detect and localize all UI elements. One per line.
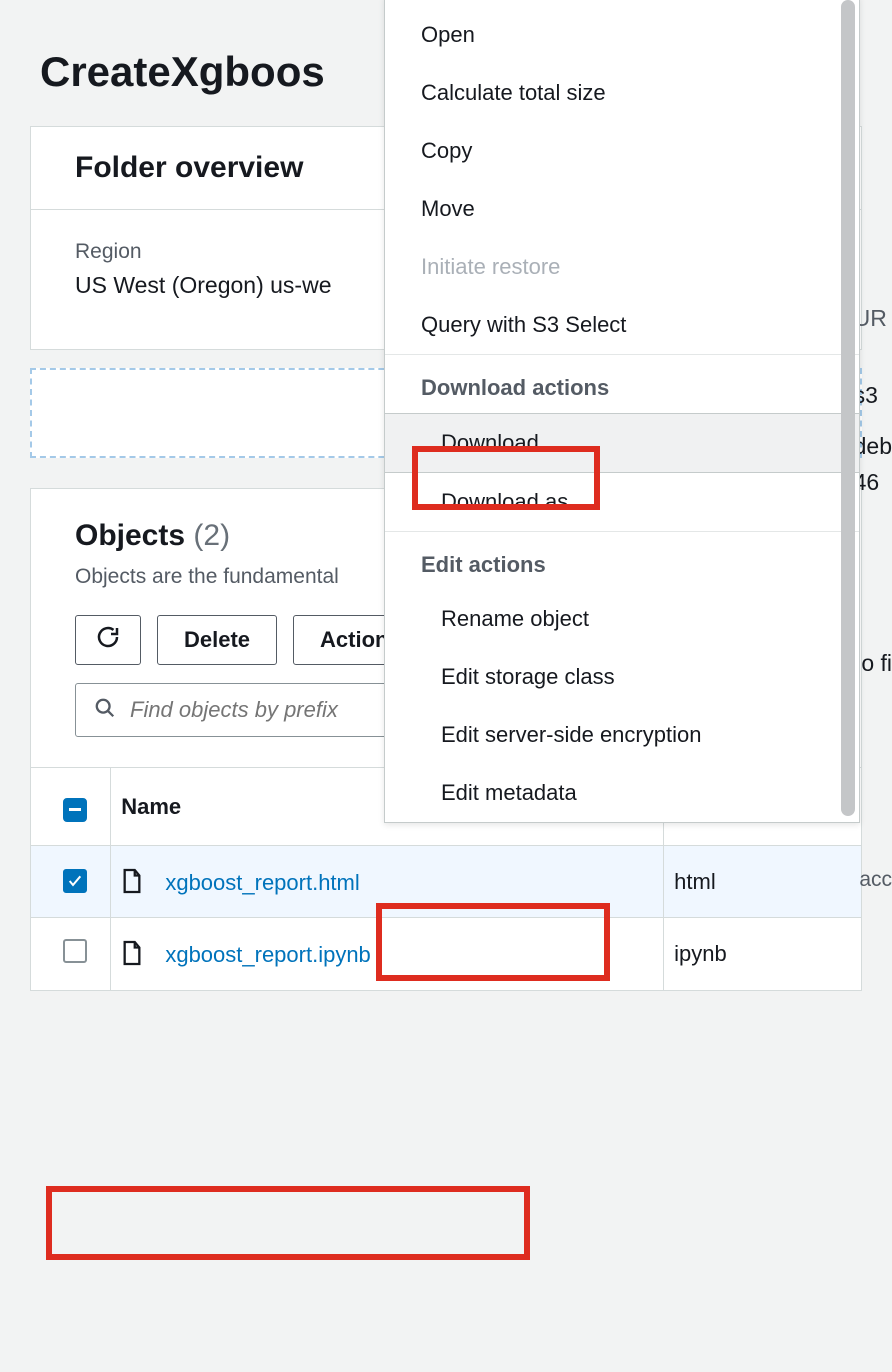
object-type: ipynb <box>664 918 861 990</box>
column-name-label: Name <box>121 794 181 819</box>
highlight-selected-row <box>46 1186 530 1260</box>
search-icon <box>94 697 116 724</box>
menu-section-download-actions: Download actions <box>385 354 859 413</box>
row-checkbox[interactable] <box>63 939 87 963</box>
select-all-checkbox[interactable] <box>63 798 87 822</box>
menu-item-edit-storage-class[interactable]: Edit storage class <box>385 648 859 706</box>
refresh-button[interactable] <box>75 615 141 665</box>
table-row[interactable]: xgboost_report.ipynb ipynb <box>31 918 861 990</box>
menu-item-query-s3-select[interactable]: Query with S3 Select <box>385 296 859 354</box>
menu-item-download[interactable]: Download <box>385 413 859 473</box>
menu-item-calculate-total-size[interactable]: Calculate total size <box>385 64 859 122</box>
menu-section-edit-actions: Edit actions <box>385 531 859 590</box>
object-name-link[interactable]: xgboost_report.ipynb <box>165 942 370 967</box>
row-checkbox[interactable] <box>63 869 87 893</box>
object-name-link[interactable]: xgboost_report.html <box>165 870 359 895</box>
menu-item-rename-object[interactable]: Rename object <box>385 590 859 648</box>
menu-item-copy[interactable]: Copy <box>385 122 859 180</box>
menu-item-edit-metadata[interactable]: Edit metadata <box>385 764 859 822</box>
file-icon <box>121 942 165 967</box>
object-type: html <box>664 846 861 918</box>
menu-item-download-as[interactable]: Download as <box>385 473 859 531</box>
menu-item-move[interactable]: Move <box>385 180 859 238</box>
menu-item-open[interactable]: Open <box>385 6 859 64</box>
actions-dropdown: Open Calculate total size Copy Move Init… <box>384 0 860 823</box>
dropdown-scrollbar[interactable] <box>841 0 855 826</box>
table-row[interactable]: xgboost_report.html html <box>31 846 861 918</box>
objects-heading: Objects <box>75 519 185 552</box>
objects-subtitle-cut: acc <box>859 868 892 892</box>
delete-button[interactable]: Delete <box>157 615 277 665</box>
menu-item-edit-sse[interactable]: Edit server-side encryption <box>385 706 859 764</box>
drop-cut-text: o fi <box>861 650 892 677</box>
objects-count: (2) <box>193 519 230 552</box>
refresh-icon <box>96 625 120 655</box>
file-icon <box>121 870 165 895</box>
menu-item-initiate-restore: Initiate restore <box>385 238 859 296</box>
objects-subtitle: Objects are the fundamental <box>75 565 339 588</box>
